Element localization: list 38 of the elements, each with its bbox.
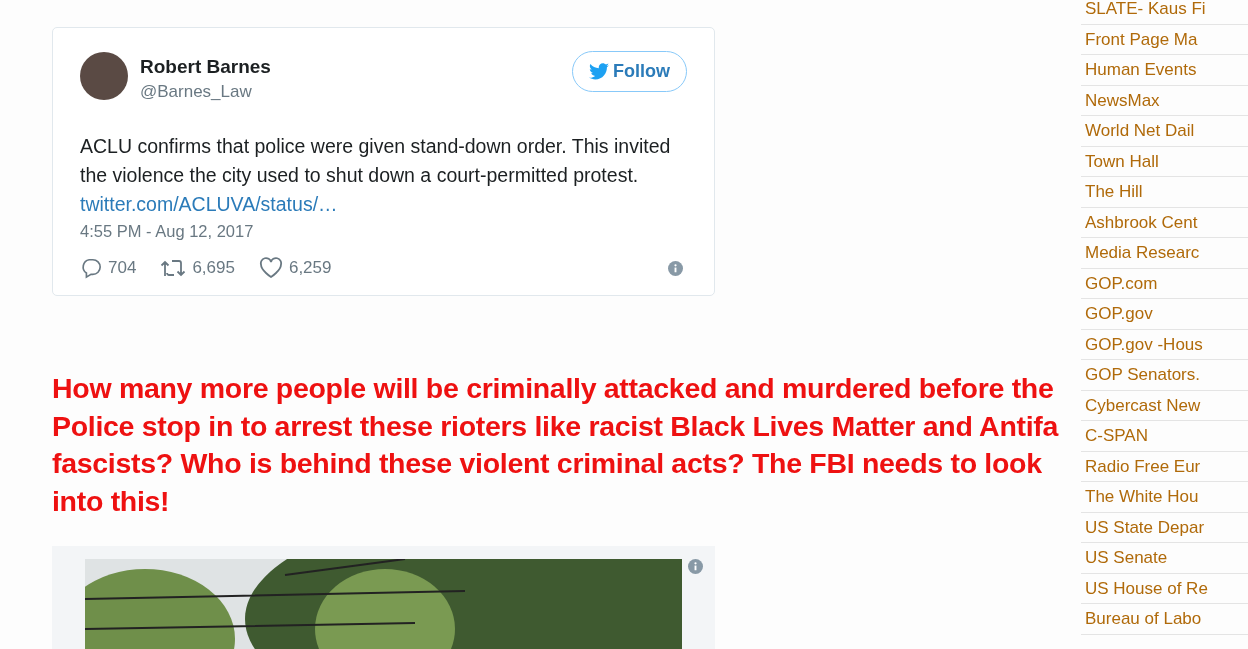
sidebar-link[interactable]: GOP.gov -Hous [1081, 329, 1248, 360]
retweet-icon[interactable] [160, 257, 187, 279]
author-handle: @Barnes_Law [140, 82, 253, 102]
tweet-link[interactable]: twitter.com/ACLUVA/status/… [80, 193, 338, 215]
info-icon[interactable] [688, 559, 703, 574]
avatar [80, 52, 128, 100]
bird-icon [589, 63, 609, 80]
sidebar-link[interactable]: US Senate [1081, 543, 1248, 574]
sidebar-link[interactable]: World Net Dail [1081, 116, 1248, 147]
headline: How many more people will be criminally attacked and murdered before the Police stop in to arrest these rioters like racist Black Lives Matter and Antifa fascists? Who is behind these violent criminal acts? The FBI needs to look into this! [52, 371, 1060, 519]
sidebar-link[interactable]: Human Events [1081, 55, 1248, 86]
sidebar-link[interactable]: GOP Senators. [1081, 360, 1248, 391]
sidebar-link[interactable]: Ashbrook Cent [1081, 207, 1248, 238]
info-icon[interactable] [668, 260, 683, 276]
reply-icon[interactable] [80, 257, 102, 279]
sidebar-link[interactable]: Bureau of Labo [1081, 604, 1248, 635]
retweet-count: 6,695 [192, 258, 235, 278]
heart-icon[interactable] [258, 257, 283, 279]
like-count: 6,259 [288, 258, 332, 278]
sidebar-link[interactable]: SLATE- Kaus Fi [1081, 0, 1248, 25]
sidebar-link[interactable]: Media Researc [1081, 238, 1248, 269]
sidebar-link[interactable]: GOP.com [1081, 268, 1248, 299]
sidebar-link[interactable]: The Hill [1081, 177, 1248, 208]
sidebar-link[interactable]: The White Hou [1081, 482, 1248, 513]
sidebar-link[interactable]: Front Page Ma [1081, 24, 1248, 55]
sidebar-link[interactable]: Cybercast New [1081, 390, 1248, 421]
sidebar-link[interactable]: Town Hall [1081, 146, 1248, 177]
sidebar-link[interactable]: NewsMax [1081, 85, 1248, 116]
reply-count: 704 [108, 258, 137, 278]
tweet-timestamp: 4:55 PM - Aug 12, 2017 [80, 222, 255, 241]
sidebar-link[interactable]: GOP.gov [1081, 299, 1248, 330]
sidebar-link[interactable]: Radio Free Eur [1081, 451, 1248, 482]
tweet-text: ACLU confirms that police were given stand-down order. This invited the violence the city used to shut down a court-permitted protest. twitter.com/ACLUVA/status/… [80, 134, 672, 217]
sidebar-link[interactable]: US State Depar [1081, 512, 1248, 543]
follow-button[interactable]: Follow [572, 51, 687, 92]
author-name: Robert Barnes [140, 56, 272, 78]
sidebar-link[interactable]: C-SPAN [1081, 421, 1248, 452]
sidebar-link[interactable]: US House of Re [1081, 573, 1248, 604]
